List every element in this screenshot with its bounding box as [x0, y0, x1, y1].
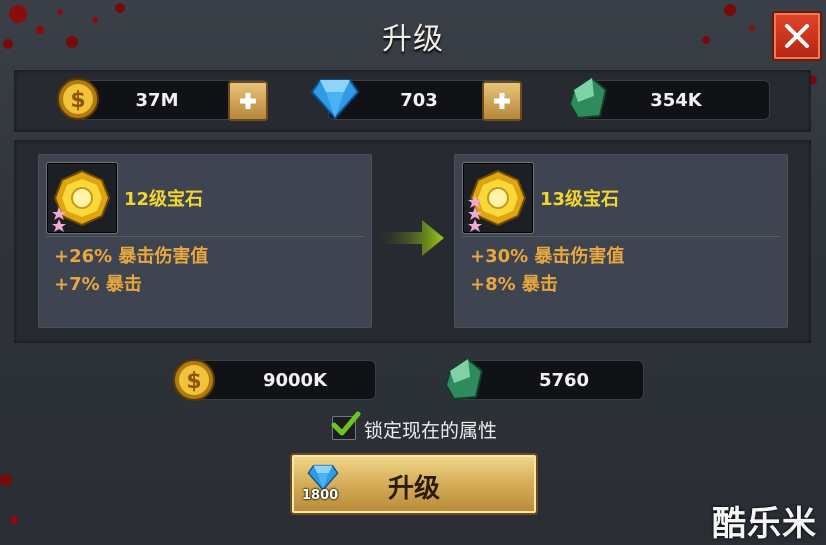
- close-button[interactable]: [772, 11, 822, 61]
- lock-attributes-label: 锁定现在的属性: [364, 420, 498, 442]
- green-stone-icon: [444, 357, 484, 401]
- next-gem-stat: +30% 暴击伤害值: [470, 246, 625, 267]
- stone-resource: 354K: [582, 80, 770, 120]
- stone-amount: 354K: [650, 89, 702, 111]
- next-gem-card: 13级宝石 +30% 暴击伤害值 +8% 暴击: [454, 154, 788, 328]
- current-gem-stat: +7% 暴击: [54, 274, 142, 295]
- diamond-icon: [310, 79, 360, 120]
- next-gem-slot[interactable]: [462, 162, 534, 234]
- plus-icon: [494, 93, 510, 109]
- close-icon: [785, 24, 809, 48]
- gold-amount: 37M: [135, 89, 179, 111]
- arrow-right-icon: [378, 220, 444, 256]
- gold-coin-icon: $: [173, 359, 215, 401]
- next-gem-stat: +8% 暴击: [470, 274, 558, 295]
- upgrade-button-label: 升级: [387, 474, 440, 504]
- yellow-gem-icon: [468, 169, 527, 232]
- yellow-gem-icon: [52, 169, 111, 232]
- add-diamond-button[interactable]: [482, 81, 522, 121]
- gold-cost: 9000K: [194, 360, 376, 400]
- plus-icon: [240, 93, 256, 109]
- upgrade-button[interactable]: 1800 升级: [290, 453, 538, 515]
- gold-cost-amount: 9000K: [262, 369, 328, 391]
- svg-text:$: $: [70, 88, 85, 113]
- stone-cost-amount: 5760: [538, 369, 590, 391]
- watermark: 酷乐米: [712, 504, 817, 544]
- dialog-title: 升级: [382, 22, 444, 57]
- divider: [462, 236, 780, 237]
- current-gem-name: 12级宝石: [124, 189, 204, 210]
- current-gem-card: 12级宝石 +26% 暴击伤害值 +7% 暴击: [38, 154, 372, 328]
- lock-attributes-checkbox[interactable]: [331, 411, 361, 440]
- divider: [46, 236, 364, 237]
- next-gem-name: 13级宝石: [540, 189, 620, 210]
- add-gold-button[interactable]: [228, 81, 268, 121]
- gold-coin-icon: $: [57, 78, 99, 120]
- svg-text:$: $: [186, 369, 201, 394]
- current-gem-stat: +26% 暴击伤害值: [54, 246, 209, 267]
- diamond-amount: 703: [400, 89, 438, 111]
- checkmark-icon: [331, 411, 361, 436]
- current-gem-slot[interactable]: [46, 162, 118, 234]
- green-stone-icon: [568, 76, 608, 120]
